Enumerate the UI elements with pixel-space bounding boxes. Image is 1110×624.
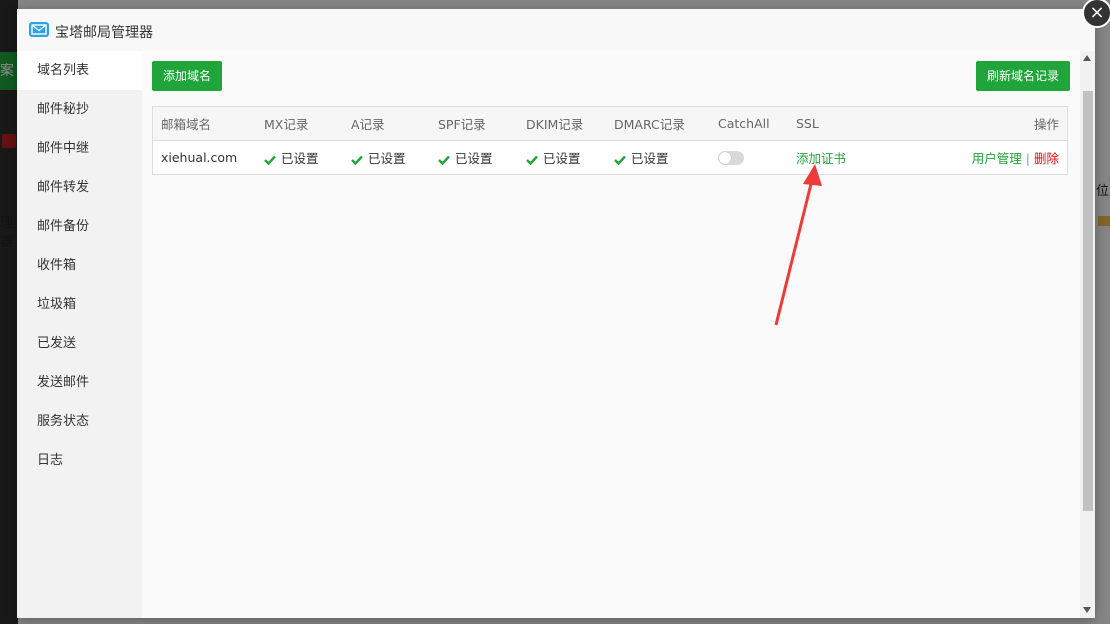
dmarc-status: 已设置 [606, 141, 710, 175]
sidebar-item-logs[interactable]: 日志 [17, 441, 142, 480]
scroll-down-icon[interactable] [1083, 607, 1091, 613]
close-modal-button[interactable]: × [1082, 0, 1110, 28]
sidebar-item-sent[interactable]: 已发送 [17, 324, 142, 363]
check-icon [264, 153, 276, 168]
col-header-spf: SPF记录 [430, 106, 518, 141]
sidebar-item-relay[interactable]: 邮件中继 [17, 129, 142, 168]
mx-status-text: 已设置 [281, 150, 319, 166]
check-icon [351, 153, 363, 168]
domain-table: 邮箱域名 MX记录 A记录 SPF记录 DKIM记录 DMARC记录 Catch… [152, 106, 1068, 175]
sidebar-item-domain-list[interactable]: 域名列表 [17, 51, 142, 90]
delete-link[interactable]: 删除 [1034, 151, 1059, 166]
check-icon [438, 153, 450, 168]
col-header-mx: MX记录 [256, 106, 343, 141]
add-domain-button[interactable]: 添加域名 [152, 61, 223, 91]
sidebar-item-backup[interactable]: 邮件备份 [17, 207, 142, 246]
sidebar-item-inbox[interactable]: 收件箱 [17, 246, 142, 285]
spf-status: 已设置 [430, 141, 518, 175]
col-header-domain: 邮箱域名 [152, 106, 256, 141]
dkim-status: 已设置 [518, 141, 606, 175]
table-row: xiehual.com 已设置 已设置 已设置 已设置 已设置 添加证书 用户管… [153, 141, 1068, 175]
modal-title: 宝塔邮局管理器 [55, 25, 153, 41]
refresh-domain-records-button[interactable]: 刷新域名记录 [975, 61, 1070, 91]
col-header-catchall: CatchAll [710, 106, 788, 141]
actions-cell: 用户管理 | 删除 [896, 141, 1068, 175]
domain-cell: xiehual.com [161, 150, 238, 165]
sidebar-item-junk[interactable]: 垃圾箱 [17, 285, 142, 324]
sidebar-item-compose[interactable]: 发送邮件 [17, 363, 142, 402]
dmarc-status-text: 已设置 [631, 150, 669, 166]
toggle-knob [719, 152, 731, 165]
mail-manager-modal: 宝塔邮局管理器 域名列表 邮件秘抄 邮件中继 邮件转发 邮件备份 收件箱 垃圾箱… [17, 9, 1095, 618]
mail-icon [29, 22, 49, 37]
a-status-text: 已设置 [368, 150, 406, 166]
table-header-row: 邮箱域名 MX记录 A记录 SPF记录 DKIM记录 DMARC记录 Catch… [152, 106, 1068, 141]
col-header-dmarc: DMARC记录 [606, 106, 710, 141]
sidebar-item-forward[interactable]: 邮件转发 [17, 168, 142, 207]
mx-status: 已设置 [256, 141, 343, 175]
check-icon [526, 153, 538, 168]
scroll-thumb[interactable] [1083, 91, 1093, 511]
user-manage-link[interactable]: 用户管理 [972, 151, 1022, 166]
add-certificate-link[interactable]: 添加证书 [796, 151, 846, 166]
scroll-up-icon[interactable] [1083, 55, 1091, 61]
col-header-actions: 操作 [896, 106, 1068, 141]
main-content: 添加域名 刷新域名记录 邮箱域名 MX记录 A记录 SPF记录 DKIM记录 D… [142, 51, 1080, 618]
spf-status-text: 已设置 [455, 150, 493, 166]
col-header-a: A记录 [343, 106, 430, 141]
a-status: 已设置 [343, 141, 430, 175]
sidebar: 域名列表 邮件秘抄 邮件中继 邮件转发 邮件备份 收件箱 垃圾箱 已发送 发送邮… [17, 51, 142, 618]
catchall-toggle[interactable] [718, 151, 744, 166]
modal-scrollbar[interactable] [1080, 51, 1095, 618]
modal-header: 宝塔邮局管理器 [17, 9, 1095, 52]
dkim-status-text: 已设置 [543, 150, 581, 166]
ssl-cell: 添加证书 [788, 141, 896, 175]
sidebar-item-bcc[interactable]: 邮件秘抄 [17, 90, 142, 129]
check-icon [614, 153, 626, 168]
catchall-cell [710, 141, 788, 175]
col-header-dkim: DKIM记录 [518, 106, 606, 141]
action-separator: | [1025, 151, 1030, 166]
col-header-ssl: SSL [788, 106, 896, 141]
sidebar-item-service-status[interactable]: 服务状态 [17, 402, 142, 441]
